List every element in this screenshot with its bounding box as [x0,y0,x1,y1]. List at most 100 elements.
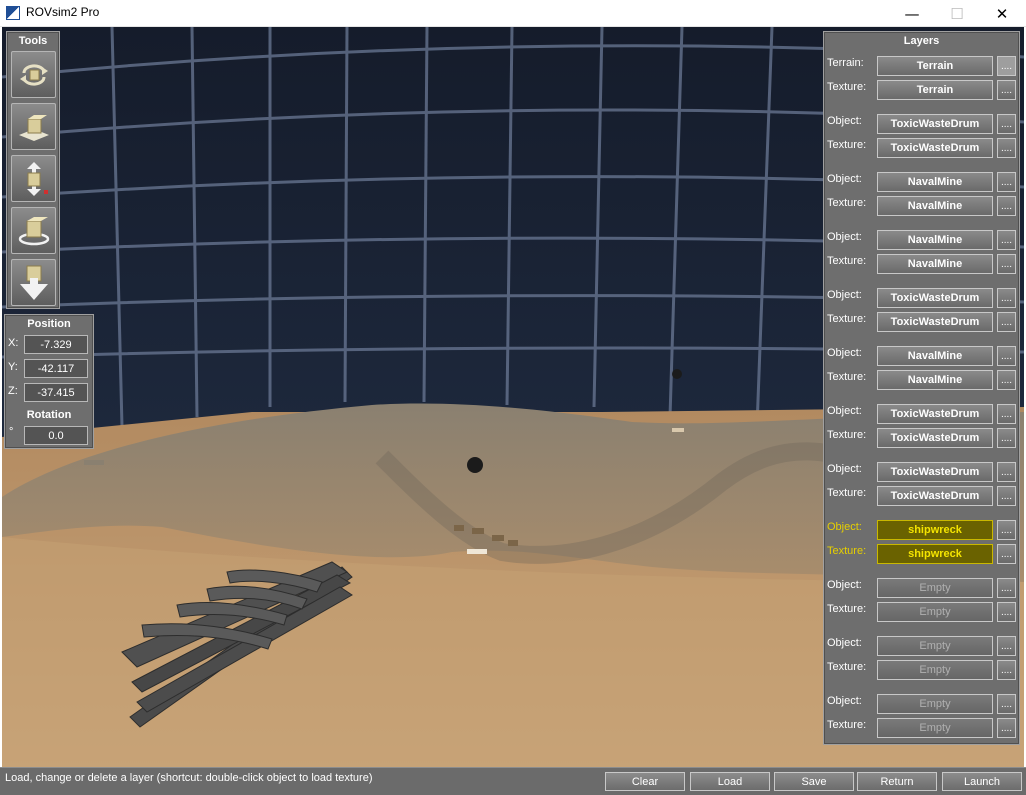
rotate-icon [19,64,48,85]
layer-5-object-browse-button[interactable]: .... [997,346,1016,366]
layer-2-object-field[interactable]: NavalMine [877,172,993,192]
layer-8-object-field[interactable]: shipwreck [877,520,993,540]
y-field[interactable]: -42.117 [24,359,88,378]
window-title: ROVsim2 Pro [26,5,100,19]
layer-3-object-field[interactable]: NavalMine [877,230,993,250]
rotation-field[interactable]: 0.0 [24,426,88,445]
layer-6-texture-field[interactable]: ToxicWasteDrum [877,428,993,448]
terrain-texture-field[interactable]: Terrain [877,80,993,100]
layer-6-object-label: Object: [827,405,862,417]
layer-4-texture-field[interactable]: ToxicWasteDrum [877,312,993,332]
layer-2-object-label: Object: [827,173,862,185]
vertical-move-icon [26,161,48,196]
z-label: Z: [8,385,18,397]
layer-8-object-browse-button[interactable]: .... [997,520,1016,540]
layer-5-texture-field[interactable]: NavalMine [877,370,993,390]
tools-title: Tools [18,35,48,47]
move-object-tool[interactable] [11,103,56,150]
layer-9-object-browse-button[interactable]: .... [997,578,1016,598]
z-field[interactable]: -37.415 [24,383,88,402]
layer-7-texture-label: Texture: [827,487,867,499]
layer-7-texture-field[interactable]: ToxicWasteDrum [877,486,993,506]
layer-3-texture-label: Texture: [827,255,867,267]
layers-title: Layers [903,35,940,47]
layer-1-object-field[interactable]: ToxicWasteDrum [877,114,993,134]
maximize-button[interactable]: ☐ [934,0,980,27]
layer-10-object-field[interactable]: Empty [877,636,993,656]
load-button[interactable]: Load [690,772,770,791]
status-text: Load, change or delete a layer (shortcut… [5,772,373,784]
layer-9-object-field[interactable]: Empty [877,578,993,598]
layer-4-object-field[interactable]: ToxicWasteDrum [877,288,993,308]
launch-button[interactable]: Launch [942,772,1022,791]
layer-11-object-browse-button[interactable]: .... [997,694,1016,714]
layer-11-texture-label: Texture: [827,719,867,731]
layer-5-object-label: Object: [827,347,862,359]
layer-10-texture-label: Texture: [827,661,867,673]
layer-6-texture-browse-button[interactable]: .... [997,428,1016,448]
terrain-texture-label: Texture: [827,81,867,93]
terrain-texture-browse-button[interactable]: .... [997,80,1016,100]
layer-11-texture-field[interactable]: Empty [877,718,993,738]
layer-1-texture-browse-button[interactable]: .... [997,138,1016,158]
y-label: Y: [8,361,18,373]
layer-3-object-browse-button[interactable]: .... [997,230,1016,250]
window-title-bar[interactable]: ROVsim2 Pro — ☐ ✕ [0,0,1026,27]
rotate-object-tool[interactable] [11,207,56,254]
layer-1-object-browse-button[interactable]: .... [997,114,1016,134]
raise-lower-tool[interactable] [11,155,56,202]
layer-3-texture-field[interactable]: NavalMine [877,254,993,274]
terrain-browse-button[interactable]: .... [997,56,1016,76]
layer-5-texture-browse-button[interactable]: .... [997,370,1016,390]
layer-4-texture-label: Texture: [827,313,867,325]
layer-9-texture-label: Texture: [827,603,867,615]
drop-icon [19,265,48,300]
layer-1-texture-label: Texture: [827,139,867,151]
layer-6-object-field[interactable]: ToxicWasteDrum [877,404,993,424]
layer-2-texture-field[interactable]: NavalMine [877,196,993,216]
layer-2-object-browse-button[interactable]: .... [997,172,1016,192]
layer-4-texture-browse-button[interactable]: .... [997,312,1016,332]
layer-2-texture-label: Texture: [827,197,867,209]
layer-7-object-field[interactable]: ToxicWasteDrum [877,462,993,482]
layer-10-texture-browse-button[interactable]: .... [997,660,1016,680]
layer-3-texture-browse-button[interactable]: .... [997,254,1016,274]
layer-10-object-label: Object: [827,637,862,649]
layer-10-object-browse-button[interactable]: .... [997,636,1016,656]
x-field[interactable]: -7.329 [24,335,88,354]
layer-2-texture-browse-button[interactable]: .... [997,196,1016,216]
save-button[interactable]: Save [774,772,854,791]
layer-7-texture-browse-button[interactable]: .... [997,486,1016,506]
layer-6-object-browse-button[interactable]: .... [997,404,1016,424]
position-panel: Position X: -7.329 Y: -42.117 Z: -37.415… [4,314,94,449]
layer-8-texture-label: Texture: [827,545,867,557]
layer-4-object-browse-button[interactable]: .... [997,288,1016,308]
layer-7-object-browse-button[interactable]: .... [997,462,1016,482]
layer-11-texture-browse-button[interactable]: .... [997,718,1016,738]
layer-8-texture-browse-button[interactable]: .... [997,544,1016,564]
layers-panel: Layers Terrain: Terrain .... Texture: Te… [823,31,1020,745]
rotation-title: Rotation [26,409,72,421]
layer-9-texture-browse-button[interactable]: .... [997,602,1016,622]
clear-button[interactable]: Clear [605,772,685,791]
drop-object-tool[interactable] [11,259,56,306]
layer-10-texture-field[interactable]: Empty [877,660,993,680]
move-plane-icon [18,114,49,141]
layer-5-texture-label: Texture: [827,371,867,383]
layer-5-object-field[interactable]: NavalMine [877,346,993,366]
layer-9-texture-field[interactable]: Empty [877,602,993,622]
rotate-view-tool[interactable] [11,51,56,98]
layer-7-object-label: Object: [827,463,862,475]
close-button[interactable]: ✕ [979,0,1025,27]
return-button[interactable]: Return [857,772,937,791]
layer-1-object-label: Object: [827,115,862,127]
x-label: X: [8,337,19,349]
layer-11-object-field[interactable]: Empty [877,694,993,714]
layer-8-texture-field[interactable]: shipwreck [877,544,993,564]
status-bar: Load, change or delete a layer (shortcut… [0,767,1026,795]
layer-9-object-label: Object: [827,579,862,591]
terrain-field[interactable]: Terrain [877,56,993,76]
minimize-button[interactable]: — [889,0,935,27]
layer-1-texture-field[interactable]: ToxicWasteDrum [877,138,993,158]
position-title: Position [27,318,71,330]
